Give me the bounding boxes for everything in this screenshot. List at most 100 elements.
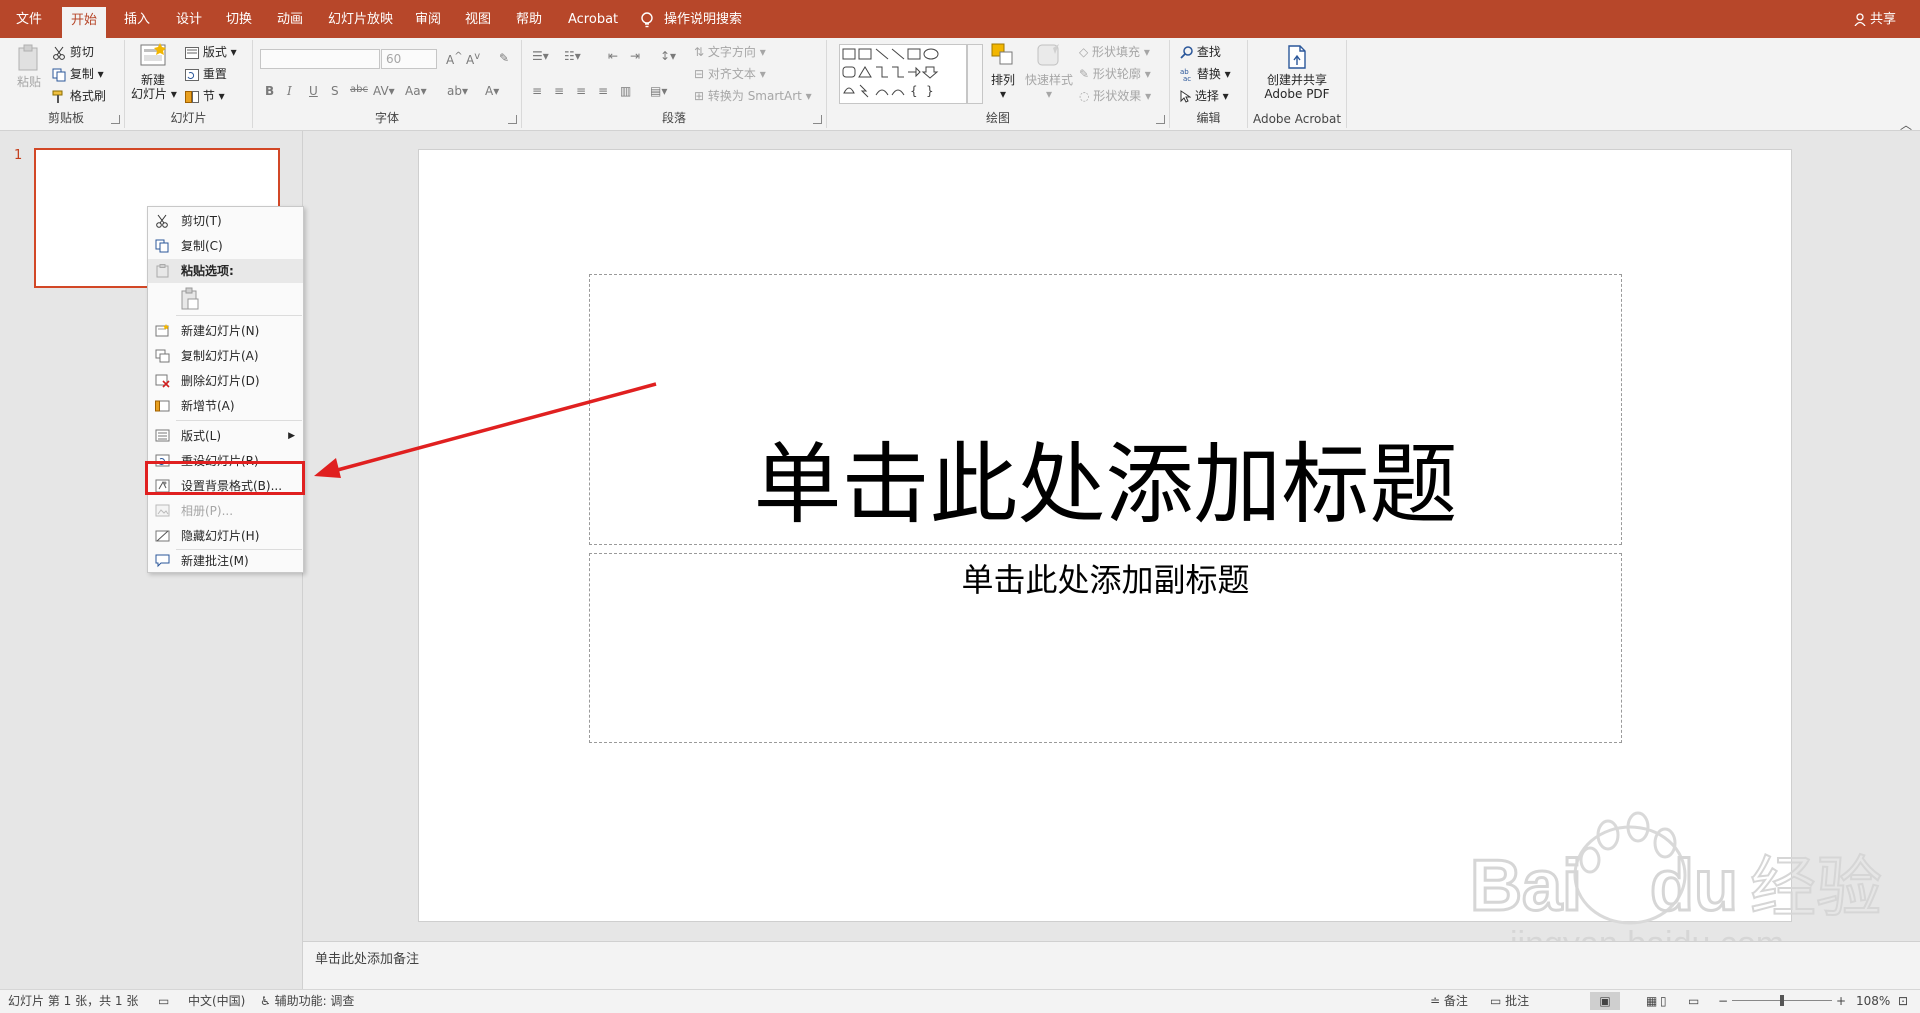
drawing-launcher[interactable]	[1156, 115, 1165, 124]
spellcheck-icon[interactable]: ▭	[158, 992, 169, 1010]
justify-button[interactable]: ≡	[598, 84, 608, 98]
zoom-level[interactable]: 108%	[1856, 992, 1890, 1010]
line-spacing-button[interactable]: ↕▾	[660, 49, 676, 63]
tab-transitions[interactable]: 切换	[217, 7, 261, 33]
notes-toggle-button[interactable]: ≐ 备注	[1430, 992, 1468, 1010]
tab-home[interactable]: 开始	[62, 7, 107, 38]
change-case-button[interactable]: Aa▾	[405, 84, 427, 98]
quick-styles-button[interactable]: 快速样式 ▾	[1023, 42, 1075, 108]
menu-item-copy-label: 复制(C)	[181, 239, 223, 253]
shapes-gallery[interactable]: {}	[839, 44, 967, 104]
zoom-slider-thumb[interactable]	[1780, 995, 1784, 1006]
reading-view-button[interactable]: ▯	[1660, 992, 1667, 1010]
strike-button[interactable]: abc	[350, 84, 368, 95]
smartart-button[interactable]: ⊞ 转换为 SmartArt ▾	[694, 86, 812, 106]
numbering-button[interactable]: ☷▾	[564, 49, 581, 63]
tab-view[interactable]: 视图	[456, 7, 500, 33]
align-left-button[interactable]: ≡	[532, 84, 542, 98]
font-color-button[interactable]: A▾	[485, 84, 499, 98]
font-size-combo[interactable]: 60	[381, 49, 437, 69]
menu-item-photo-album[interactable]: 相册(P)...	[148, 499, 303, 523]
clear-format-button[interactable]: ✎	[499, 51, 509, 65]
tab-help[interactable]: 帮助	[507, 7, 551, 33]
menu-item-new-comment[interactable]: 新建批注(M)	[148, 549, 303, 573]
distribute-button[interactable]: ▥	[620, 84, 631, 98]
notes-pane[interactable]	[303, 941, 1920, 990]
tab-insert[interactable]: 插入	[115, 7, 159, 33]
shape-outline-button[interactable]: ✎ 形状轮廓 ▾	[1079, 64, 1151, 84]
menu-item-new-slide-label: 新建幻灯片(N)	[181, 324, 260, 338]
columns-button[interactable]: ▤▾	[650, 84, 667, 98]
zoom-in-button[interactable]: +	[1836, 992, 1846, 1010]
new-slide-label-2: 幻灯片	[131, 87, 168, 101]
shrink-font-button[interactable]: Av	[466, 51, 480, 67]
text-direction-button[interactable]: ⇅ 文字方向 ▾	[694, 42, 766, 62]
tab-file[interactable]: 文件	[7, 7, 51, 33]
align-right-button[interactable]: ≡	[576, 84, 586, 98]
align-center-button[interactable]: ≡	[554, 84, 564, 98]
menu-item-new-slide[interactable]: 新建幻灯片(N)	[148, 319, 303, 343]
share-button[interactable]: 共享	[1854, 7, 1896, 33]
arrange-button[interactable]: 排列 ▾	[987, 42, 1019, 108]
shape-effects-button[interactable]: ◌ 形状效果 ▾	[1079, 86, 1151, 106]
highlight-button[interactable]: ab▾	[447, 84, 468, 98]
increase-indent-button[interactable]: ⇥	[630, 49, 640, 63]
decrease-indent-button[interactable]: ⇤	[608, 49, 618, 63]
menu-item-cut[interactable]: 剪切(T)	[148, 209, 303, 233]
format-painter-button[interactable]: 格式刷	[52, 86, 106, 106]
layout-button[interactable]: 版式 ▾	[185, 42, 237, 62]
menu-item-duplicate-slide[interactable]: 复制幻灯片(A)	[148, 344, 303, 368]
menu-item-add-section[interactable]: 新增节(A)	[148, 394, 303, 418]
bullets-button[interactable]: ☰▾	[532, 49, 549, 63]
menu-item-copy[interactable]: 复制(C)	[148, 234, 303, 258]
italic-button[interactable]: I	[287, 84, 292, 98]
fit-to-window-button[interactable]: ⊡	[1898, 992, 1908, 1010]
menu-item-delete-slide[interactable]: 删除幻灯片(D)	[148, 369, 303, 393]
cut-button[interactable]: 剪切	[52, 42, 94, 62]
paste-option-keep-formatting[interactable]	[179, 287, 201, 311]
slideshow-view-button[interactable]: ▭	[1688, 992, 1699, 1010]
subtitle-placeholder[interactable]: 单击此处添加副标题	[589, 553, 1622, 743]
accessibility-status[interactable]: ♿ 辅助功能: 调查	[260, 992, 354, 1010]
normal-view-button[interactable]: ▣	[1590, 992, 1620, 1010]
create-pdf-label-1: 创建并共享	[1266, 73, 1327, 87]
new-slide-button[interactable]: 新建 幻灯片 ▾	[131, 42, 177, 108]
zoom-out-button[interactable]: −	[1718, 992, 1728, 1010]
tab-review[interactable]: 审阅	[406, 7, 450, 33]
reset-button[interactable]: 重置	[185, 64, 227, 84]
notes-placeholder[interactable]: 单击此处添加备注	[315, 948, 419, 967]
slide-sorter-button[interactable]: ▦	[1646, 992, 1657, 1010]
font-name-combo[interactable]	[260, 49, 380, 69]
font-launcher[interactable]	[508, 115, 517, 124]
title-placeholder[interactable]: 单击此处添加标题	[589, 274, 1622, 545]
section-button[interactable]: 节 ▾	[185, 86, 225, 106]
tab-design[interactable]: 设计	[167, 7, 211, 33]
underline-button[interactable]: U	[309, 84, 318, 98]
language-status[interactable]: 中文(中国)	[188, 992, 245, 1010]
tell-me-search[interactable]: 操作说明搜索	[664, 7, 742, 33]
clipboard-launcher[interactable]	[111, 115, 120, 124]
char-spacing-button[interactable]: AV▾	[373, 84, 395, 98]
shape-fill-button[interactable]: ◇ 形状填充 ▾	[1079, 42, 1150, 62]
replace-button[interactable]: ab ac 替换 ▾	[1180, 64, 1231, 84]
paste-button[interactable]: 粘贴	[14, 44, 44, 94]
bold-button[interactable]: B	[265, 84, 274, 98]
tab-slideshow[interactable]: 幻灯片放映	[319, 7, 402, 33]
align-text-button[interactable]: ⊟ 对齐文本 ▾	[694, 64, 766, 84]
person-icon	[1854, 13, 1866, 26]
comments-toggle-button[interactable]: ▭ 批注	[1490, 992, 1529, 1010]
menu-item-layout[interactable]: 版式(L) ▶	[148, 424, 303, 448]
tab-acrobat[interactable]: Acrobat	[559, 7, 627, 33]
menu-item-hide-slide[interactable]: 隐藏幻灯片(H)	[148, 524, 303, 548]
find-button[interactable]: 查找	[1180, 42, 1221, 62]
slide-number: 1	[14, 148, 23, 163]
paragraph-launcher[interactable]	[813, 115, 822, 124]
select-button[interactable]: 选择 ▾	[1180, 86, 1229, 106]
copy-button[interactable]: 复制 ▾	[52, 64, 104, 84]
shadow-button[interactable]: S	[331, 84, 339, 98]
acrobat-group-label: Adobe Acrobat	[1252, 112, 1342, 126]
shapes-scroll[interactable]	[967, 44, 983, 104]
create-pdf-button[interactable]: 创建并共享 Adobe PDF	[1250, 44, 1344, 104]
tab-animations[interactable]: 动画	[268, 7, 312, 33]
grow-font-button[interactable]: A^	[446, 51, 463, 67]
